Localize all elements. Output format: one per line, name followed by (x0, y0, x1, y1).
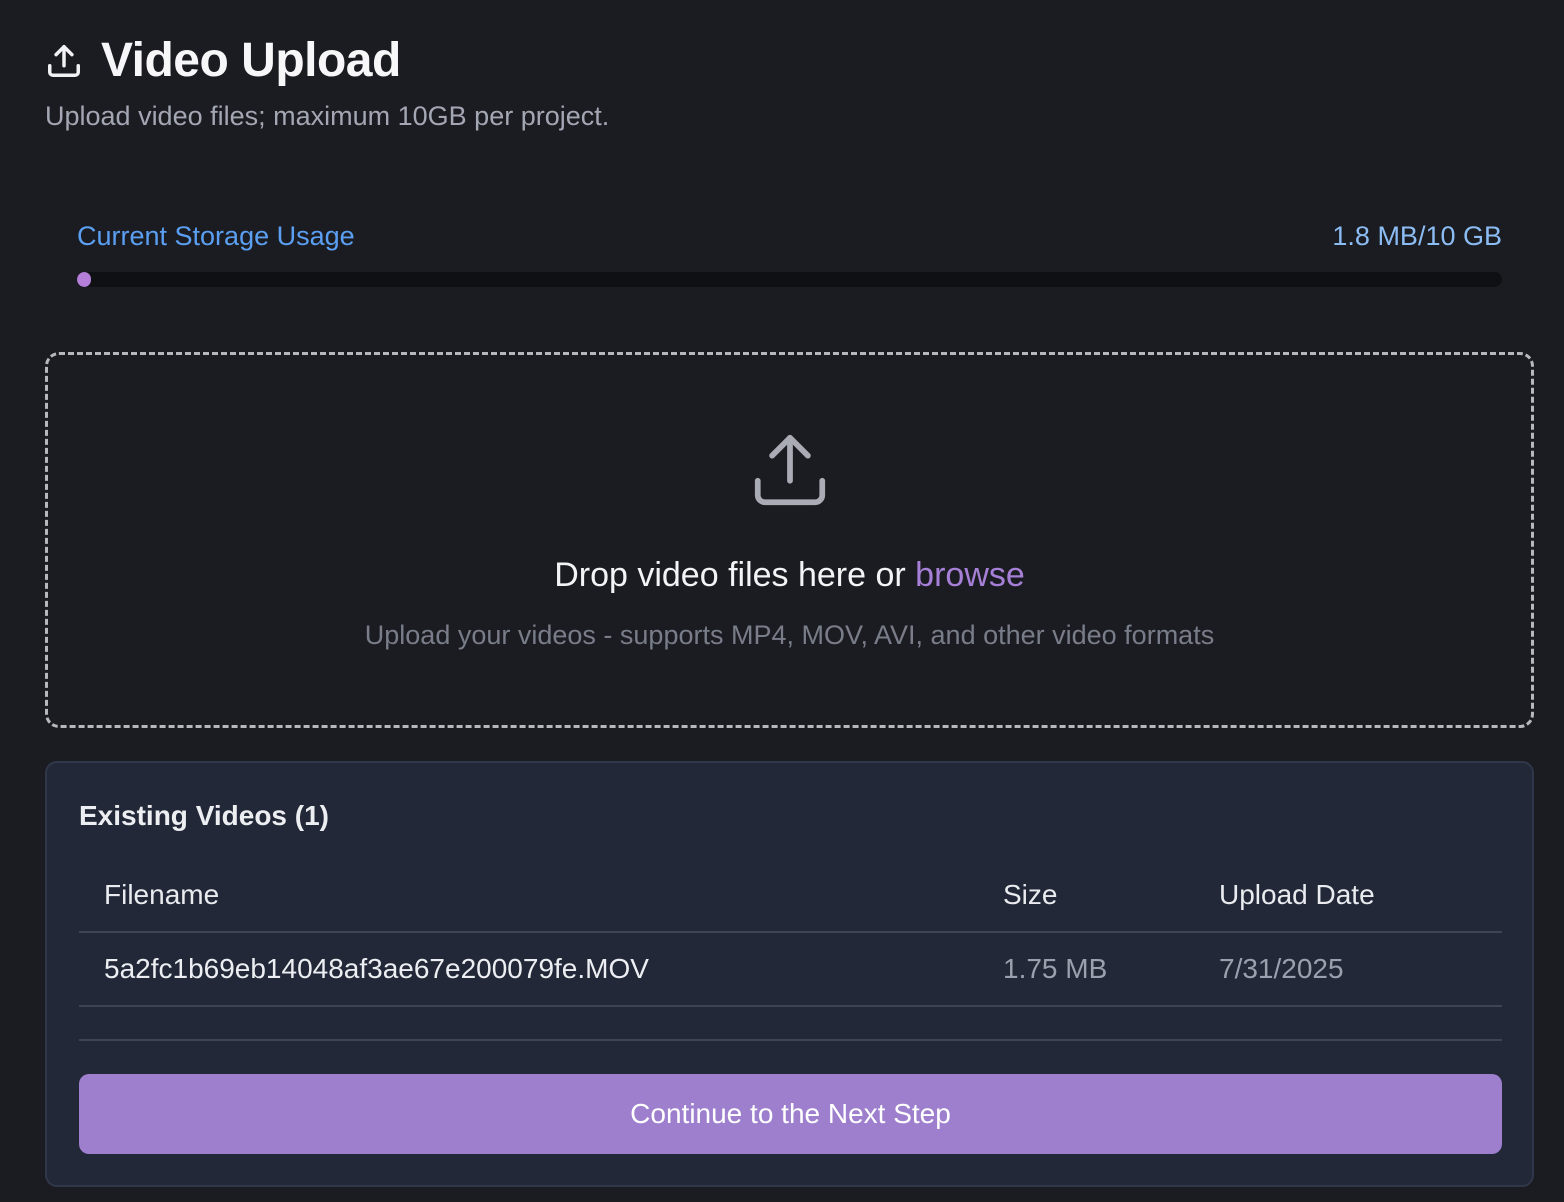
title-row: Video Upload (45, 34, 609, 88)
page-subtitle: Upload video files; maximum 10GB per pro… (45, 101, 610, 131)
cell-size: 1.75 MB (1003, 953, 1108, 984)
upload-icon (45, 42, 83, 80)
existing-videos-title: Existing Videos (1) (79, 800, 329, 831)
video-upload-page: Video Upload Upload video files; maximum… (0, 0, 1564, 1202)
dropzone-prompt-text: Drop video files here or (554, 556, 906, 594)
continue-button[interactable]: Continue to the Next Step (79, 1074, 1502, 1154)
dropzone-prompt: Drop video files here or browse (554, 553, 1025, 597)
storage-progress-bar (77, 272, 1502, 287)
page-title: Video Upload (101, 34, 401, 87)
cell-filename: 5a2fc1b69eb14048af3ae67e200079fe.MOV (104, 953, 649, 984)
storage-row: Current Storage Usage 1.8 MB/10 GB (77, 218, 1502, 254)
browse-link[interactable]: browse (915, 556, 1025, 594)
storage-usage: Current Storage Usage 1.8 MB/10 GB (77, 218, 1502, 287)
storage-label: Current Storage Usage (77, 221, 355, 251)
storage-progress-fill (77, 272, 91, 287)
column-header-size: Size (1003, 879, 1058, 910)
existing-videos-card: Existing Videos (1) Filename Size Upload… (45, 761, 1534, 1187)
column-header-filename: Filename (104, 879, 220, 910)
table-header: Filename Size Upload Date (79, 859, 1502, 933)
storage-value: 1.8 MB/10 GB (1332, 221, 1502, 251)
dropzone-hint: Upload your videos - supports MP4, MOV, … (364, 620, 1215, 650)
table-row[interactable]: 5a2fc1b69eb14048af3ae67e200079fe.MOV 1.7… (79, 933, 1502, 1007)
page-header: Video Upload Upload video files; maximum… (45, 34, 609, 134)
column-header-upload-date: Upload Date (1219, 879, 1375, 910)
table-divider (79, 1007, 1502, 1041)
videos-table: Filename Size Upload Date 5a2fc1b69eb140… (79, 859, 1502, 1041)
upload-icon (747, 427, 833, 513)
file-dropzone[interactable]: Drop video files here or browse Upload y… (45, 352, 1534, 728)
cell-upload-date: 7/31/2025 (1219, 953, 1344, 984)
